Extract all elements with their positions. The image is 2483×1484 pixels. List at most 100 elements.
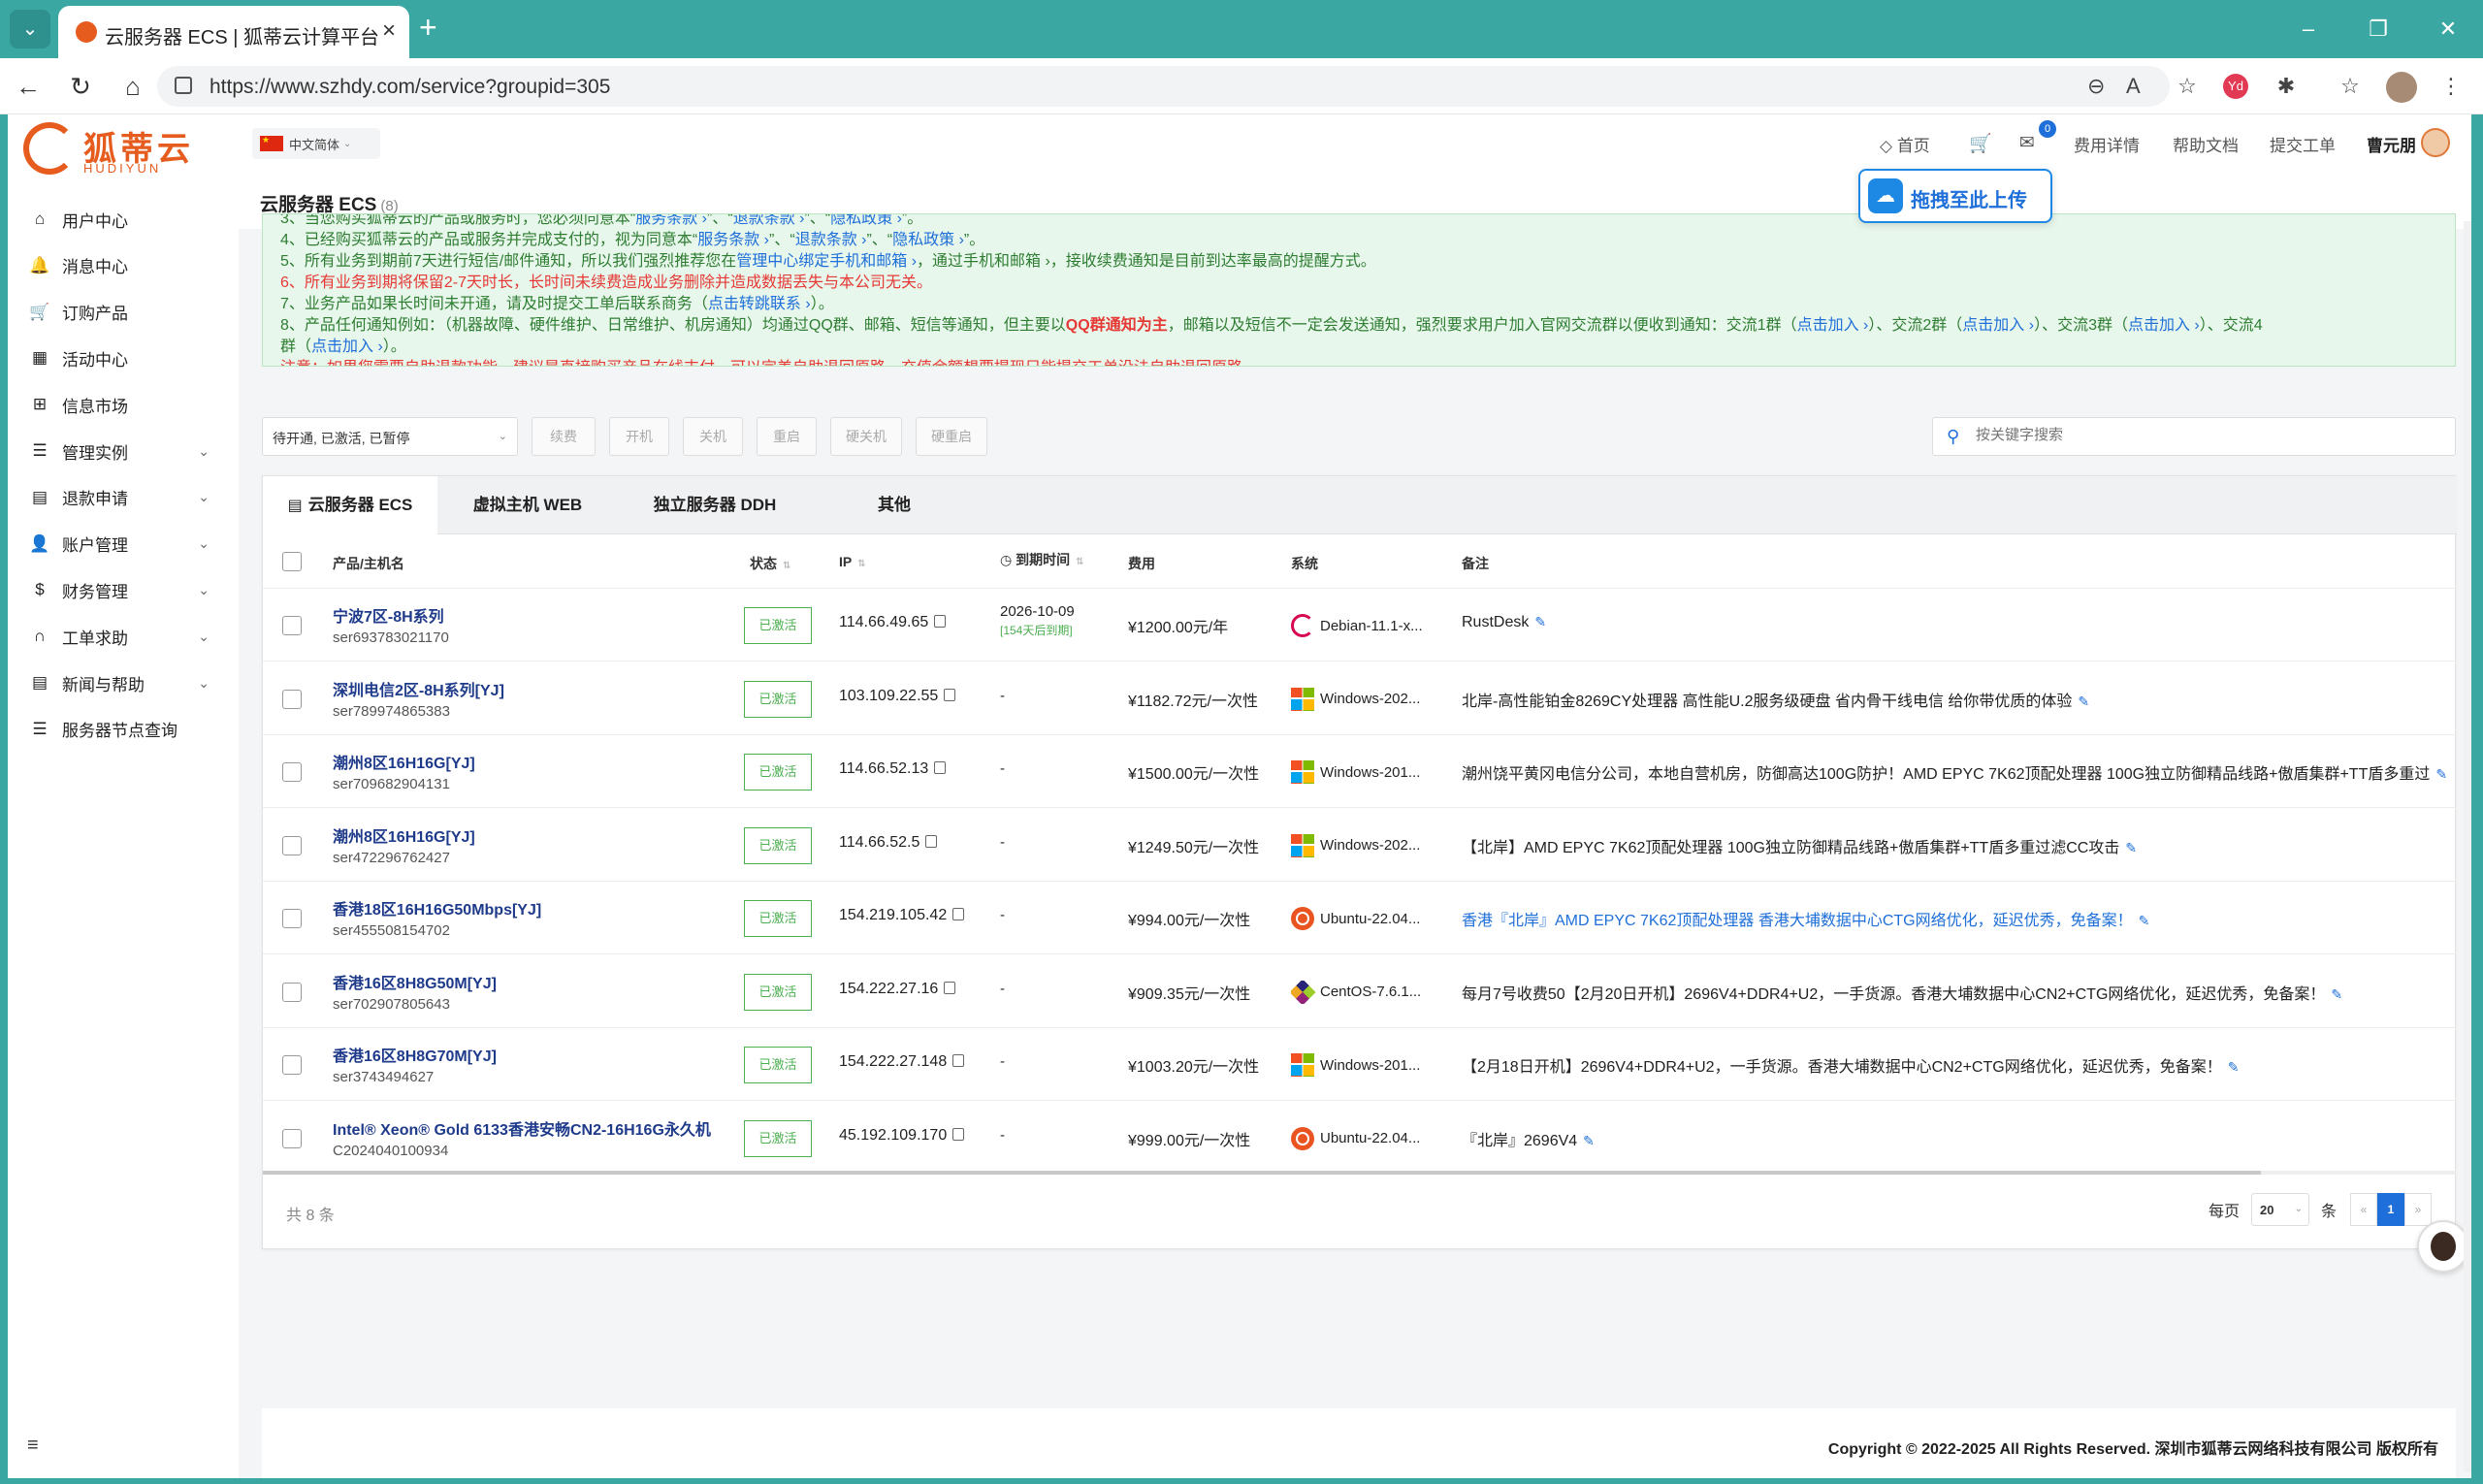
mail-icon[interactable]: ✉ [2019, 132, 2035, 154]
home-icon[interactable]: ⌂ [116, 70, 149, 103]
submit-ticket-link[interactable]: 提交工单 [2270, 132, 2336, 156]
row-checkbox[interactable] [282, 689, 302, 709]
next-page-button[interactable]: » [2404, 1193, 2432, 1226]
tab-list-chevron-icon[interactable]: ⌄ [10, 10, 50, 48]
hard-off-button[interactable]: 硬关机 [830, 417, 902, 456]
terms-link[interactable]: 服务条款 › [635, 214, 707, 227]
sidebar-item-6[interactable]: ▤ 退款申请 ⌄ [8, 474, 239, 521]
language-select[interactable]: 中文简体 ⌄ [252, 128, 380, 159]
row-checkbox[interactable] [282, 982, 302, 1002]
power-on-button[interactable]: 开机 [609, 417, 669, 456]
edit-pencil-icon[interactable]: ✎ [1583, 1133, 1595, 1148]
brand-logo[interactable]: 狐蒂云 HUDIYUN [23, 120, 198, 178]
header-expire[interactable]: ◷ 到期时间 ⇅ [1000, 550, 1084, 569]
edit-pencil-icon[interactable]: ✎ [2435, 766, 2447, 782]
copy-icon[interactable] [952, 1127, 965, 1141]
copy-icon[interactable] [952, 1054, 965, 1067]
join-group-3-link[interactable]: 点击加入 › [2128, 317, 2200, 334]
sidebar-item-7[interactable]: 👤 账户管理 ⌄ [8, 521, 239, 567]
edit-pencil-icon[interactable]: ✎ [2331, 986, 2342, 1002]
username[interactable]: 曹元朋 [2367, 132, 2416, 156]
user-avatar[interactable] [2421, 128, 2450, 157]
select-all-checkbox[interactable] [282, 552, 302, 571]
prev-page-button[interactable]: « [2350, 1193, 2377, 1226]
edit-pencil-icon[interactable]: ✎ [2078, 694, 2089, 709]
copy-icon[interactable] [944, 688, 956, 701]
product-name-link[interactable]: 潮州8区16H16G[YJ] [333, 823, 730, 847]
extensions-puzzle-icon[interactable]: ✱ [2270, 70, 2303, 103]
status-filter-select[interactable]: 待开通, 已激活, 已暂停 ⌄ [262, 417, 518, 456]
header-ip[interactable]: IP ⇅ [839, 554, 866, 569]
zoom-icon[interactable]: ⊖ [2087, 74, 2105, 99]
privacy-link[interactable]: 隐私政策 › [892, 232, 964, 248]
restart-button[interactable]: 重启 [757, 417, 817, 456]
row-checkbox[interactable] [282, 1055, 302, 1075]
header-home-link[interactable]: ◇ 首页 [1880, 132, 1930, 156]
close-tab-icon[interactable]: × [382, 17, 396, 45]
browser-tab-active[interactable]: 云服务器 ECS | 狐蒂云计算平台 × [58, 6, 409, 58]
scrollbar-thumb[interactable] [263, 1171, 2261, 1175]
join-group-2-link[interactable]: 点击加入 › [1962, 317, 2034, 334]
privacy-link[interactable]: 隐私政策 › [830, 214, 902, 227]
page-size-select[interactable]: 20 ⌄ [2250, 1193, 2309, 1226]
browser-profile-avatar[interactable] [2386, 72, 2417, 103]
address-bar[interactable]: https://www.szhdy.com/service?groupid=30… [157, 66, 2170, 107]
contact-link[interactable]: 点击转跳联系 › [708, 296, 811, 312]
sidebar-item-5[interactable]: ☰ 管理实例 ⌄ [8, 428, 239, 474]
bind-phone-link[interactable]: 管理中心绑定手机和邮箱 › [736, 253, 917, 270]
window-close-icon[interactable]: ✕ [2413, 0, 2483, 58]
sidebar-item-1[interactable]: 🔔 消息中心 [8, 242, 239, 289]
new-tab-plus-icon[interactable]: + [419, 12, 437, 43]
read-aloud-icon[interactable]: A [2126, 74, 2141, 99]
sidebar-item-11[interactable]: ☰ 服务器节点查询 [8, 706, 239, 753]
sidebar-item-8[interactable]: $ 财务管理 ⌄ [8, 566, 239, 613]
minimize-icon[interactable]: – [2273, 0, 2343, 58]
cart-icon[interactable]: 🛒 [1969, 132, 1992, 155]
copy-icon[interactable] [934, 615, 947, 628]
sidebar-item-4[interactable]: ⊞ 信息市场 [8, 381, 239, 428]
product-name-link[interactable]: 香港16区8H8G70M[YJ] [333, 1043, 730, 1066]
tab-ecs[interactable]: ▤ 云服务器 ECS [263, 476, 437, 534]
sidebar-item-10[interactable]: ▤ 新闻与帮助 ⌄ [8, 660, 239, 706]
tab-other[interactable]: 其他 [812, 476, 977, 534]
tab-ddh[interactable]: 独立服务器 DDH [618, 476, 812, 534]
terms-link[interactable]: 服务条款 › [697, 232, 769, 248]
favorites-list-icon[interactable]: ☆ [2334, 70, 2367, 103]
product-name-link[interactable]: 香港16区8H8G50M[YJ] [333, 970, 730, 993]
edit-pencil-icon[interactable]: ✎ [1534, 614, 1546, 629]
sidebar-item-9[interactable]: ∩ 工单求助 ⌄ [8, 613, 239, 660]
more-menu-icon[interactable]: ⋮ [2435, 70, 2467, 103]
row-checkbox[interactable] [282, 1128, 302, 1148]
join-group-1-link[interactable]: 点击加入 › [1797, 317, 1869, 334]
search-input[interactable] [1976, 427, 2422, 443]
fee-detail-link[interactable]: 费用详情 [2074, 132, 2140, 156]
product-name-link[interactable]: 潮州8区16H16G[YJ] [333, 750, 730, 773]
reload-icon[interactable]: ↻ [64, 70, 97, 103]
product-name-link[interactable]: 香港18区16H16G50Mbps[YJ] [333, 896, 730, 919]
page-scrollbar[interactable] [2464, 221, 2471, 1472]
product-name-link[interactable]: 宁波7区-8H系列 [333, 603, 730, 627]
hard-restart-button[interactable]: 硬重启 [916, 417, 987, 456]
restore-icon[interactable]: ❐ [2343, 0, 2413, 58]
refund-terms-link[interactable]: 退款条款 › [795, 232, 867, 248]
favorite-star-icon[interactable]: ☆ [2171, 70, 2204, 103]
extension-badge-icon[interactable]: Yd [2223, 74, 2248, 99]
copy-icon[interactable] [952, 908, 965, 920]
sidebar-item-0[interactable]: ⌂ 用户中心 [8, 196, 239, 242]
horizontal-scrollbar[interactable] [263, 1171, 2457, 1175]
renew-button[interactable]: 续费 [532, 417, 596, 456]
customer-service-avatar[interactable] [2417, 1220, 2469, 1273]
edit-pencil-icon[interactable]: ✎ [2139, 913, 2150, 928]
page-1-button[interactable]: 1 [2377, 1193, 2404, 1226]
collapse-menu-icon[interactable]: ≡ [27, 1435, 39, 1457]
row-checkbox[interactable] [282, 616, 302, 635]
edit-pencil-icon[interactable]: ✎ [2228, 1059, 2240, 1075]
row-checkbox[interactable] [282, 909, 302, 928]
copy-icon[interactable] [925, 834, 938, 848]
drag-upload-widget[interactable]: ☁ 拖拽至此上传 [1858, 169, 2052, 223]
back-arrow-icon[interactable]: ← [12, 70, 45, 103]
power-off-button[interactable]: 关机 [683, 417, 743, 456]
row-checkbox[interactable] [282, 835, 302, 855]
site-info-icon[interactable] [175, 77, 192, 94]
edit-pencil-icon[interactable]: ✎ [2125, 840, 2137, 855]
